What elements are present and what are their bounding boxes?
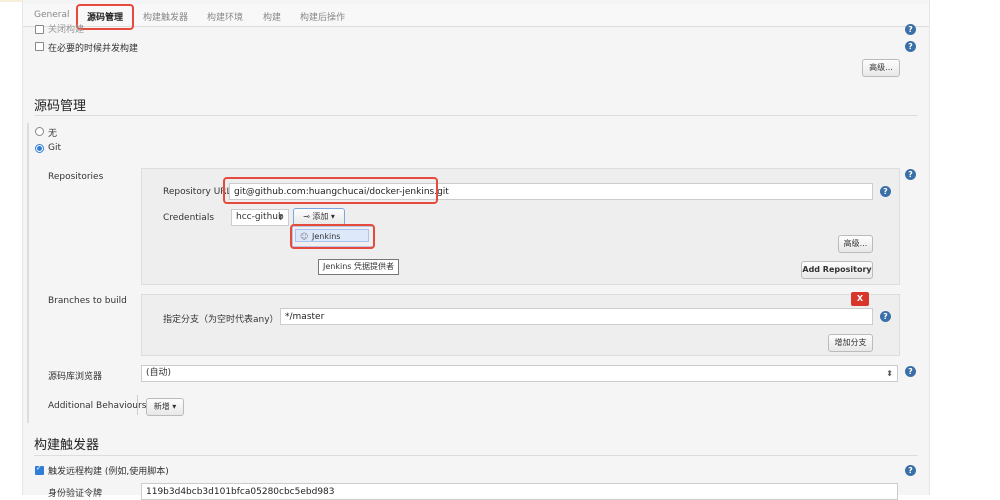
add-repository-button[interactable]: Add Repository bbox=[801, 261, 873, 279]
remote-trigger-checkbox[interactable] bbox=[35, 464, 44, 475]
tab-environment[interactable]: 构建环境 bbox=[207, 10, 243, 23]
add-behaviour-label: 新增 bbox=[153, 402, 170, 411]
config-page: General 源码管理 构建触发器 构建环境 构建 构建后操作 关闭构建 ? … bbox=[22, 0, 930, 500]
tab-post-build[interactable]: 构建后操作 bbox=[300, 10, 345, 23]
tab-bar: General 源码管理 构建触发器 构建环境 构建 构建后操作 bbox=[23, 4, 929, 27]
help-icon[interactable]: ? bbox=[905, 41, 916, 52]
help-icon[interactable]: ? bbox=[880, 186, 891, 197]
select-arrow-icon: ⬍ bbox=[277, 213, 284, 222]
add-branch-button[interactable]: 增加分支 bbox=[828, 334, 873, 352]
help-icon[interactable]: ? bbox=[905, 169, 916, 180]
scm-none-radio[interactable] bbox=[35, 127, 44, 136]
cut-option-checkbox[interactable] bbox=[35, 25, 44, 34]
divider bbox=[137, 395, 138, 415]
help-icon[interactable]: ? bbox=[905, 465, 916, 476]
repo-browser-select[interactable]: (自动) ⬍ bbox=[141, 365, 898, 382]
cut-option-label: 关闭构建 bbox=[48, 25, 85, 35]
repositories-label: Repositories bbox=[48, 172, 104, 182]
highlight-tab-scm bbox=[76, 4, 134, 30]
section-indent-bar bbox=[27, 123, 29, 423]
delete-branch-button[interactable]: X bbox=[851, 292, 869, 306]
select-arrow-icon: ⬍ bbox=[886, 369, 893, 378]
right-margin bbox=[929, 0, 1000, 495]
repo-url-label: Repository URL bbox=[163, 187, 232, 197]
scm-git-radio[interactable] bbox=[35, 144, 44, 153]
branch-specifier-value: */master bbox=[285, 312, 325, 322]
repo-browser-label: 源码库浏览器 bbox=[48, 372, 103, 382]
triggers-section-title: 构建触发器 bbox=[34, 438, 100, 453]
highlight-repo-url bbox=[223, 177, 438, 204]
tab-triggers[interactable]: 构建触发器 bbox=[143, 10, 188, 23]
divider bbox=[34, 115, 918, 116]
concurrent-build-label: 在必要的时候并发构建 bbox=[48, 44, 139, 54]
scm-none-label: 无 bbox=[48, 129, 58, 139]
additional-behaviours-label: Additional Behaviours bbox=[48, 401, 147, 411]
branch-specifier-label: 指定分支（为空时代表any） bbox=[163, 315, 279, 325]
scm-git-label: Git bbox=[48, 143, 62, 153]
help-icon[interactable]: ? bbox=[905, 366, 916, 377]
help-icon[interactable]: ? bbox=[905, 24, 916, 35]
branches-panel bbox=[141, 294, 900, 356]
tab-build[interactable]: 构建 bbox=[263, 10, 281, 23]
credentials-provider-tooltip: Jenkins 凭据提供者 bbox=[318, 259, 399, 275]
help-icon[interactable]: ? bbox=[880, 311, 891, 322]
branches-label: Branches to build bbox=[48, 296, 127, 306]
credentials-label: Credentials bbox=[163, 213, 215, 223]
divider bbox=[34, 455, 918, 456]
token-value: 119b3d4bcb3d101bfca05280cbc5ebd983 bbox=[146, 487, 335, 497]
token-label: 身份验证令牌 bbox=[48, 489, 103, 499]
scm-section-title: 源码管理 bbox=[34, 99, 87, 114]
repo-advanced-button[interactable]: 高级... bbox=[838, 235, 873, 253]
token-input[interactable]: 119b3d4bcb3d101bfca05280cbc5ebd983 bbox=[141, 483, 898, 500]
add-behaviour-button[interactable]: 新增 ▾ bbox=[146, 398, 184, 416]
credentials-select[interactable]: hcc-github ⬍ bbox=[231, 209, 289, 226]
concurrent-build-checkbox[interactable] bbox=[35, 42, 44, 51]
branch-specifier-input[interactable]: */master bbox=[280, 308, 873, 325]
add-credentials-label: 添加 bbox=[312, 212, 329, 221]
repo-browser-value: (自动) bbox=[146, 368, 172, 378]
chevron-down-icon: ▾ bbox=[172, 402, 177, 411]
chevron-down-icon: ▾ bbox=[330, 212, 335, 221]
remote-trigger-label: 触发远程构建 (例如,使用脚本) bbox=[48, 467, 169, 477]
highlight-jenkins-item bbox=[290, 224, 375, 249]
key-icon: ⊸ bbox=[303, 212, 310, 221]
tab-general[interactable]: General bbox=[34, 10, 69, 20]
general-advanced-button[interactable]: 高级... bbox=[862, 59, 900, 77]
